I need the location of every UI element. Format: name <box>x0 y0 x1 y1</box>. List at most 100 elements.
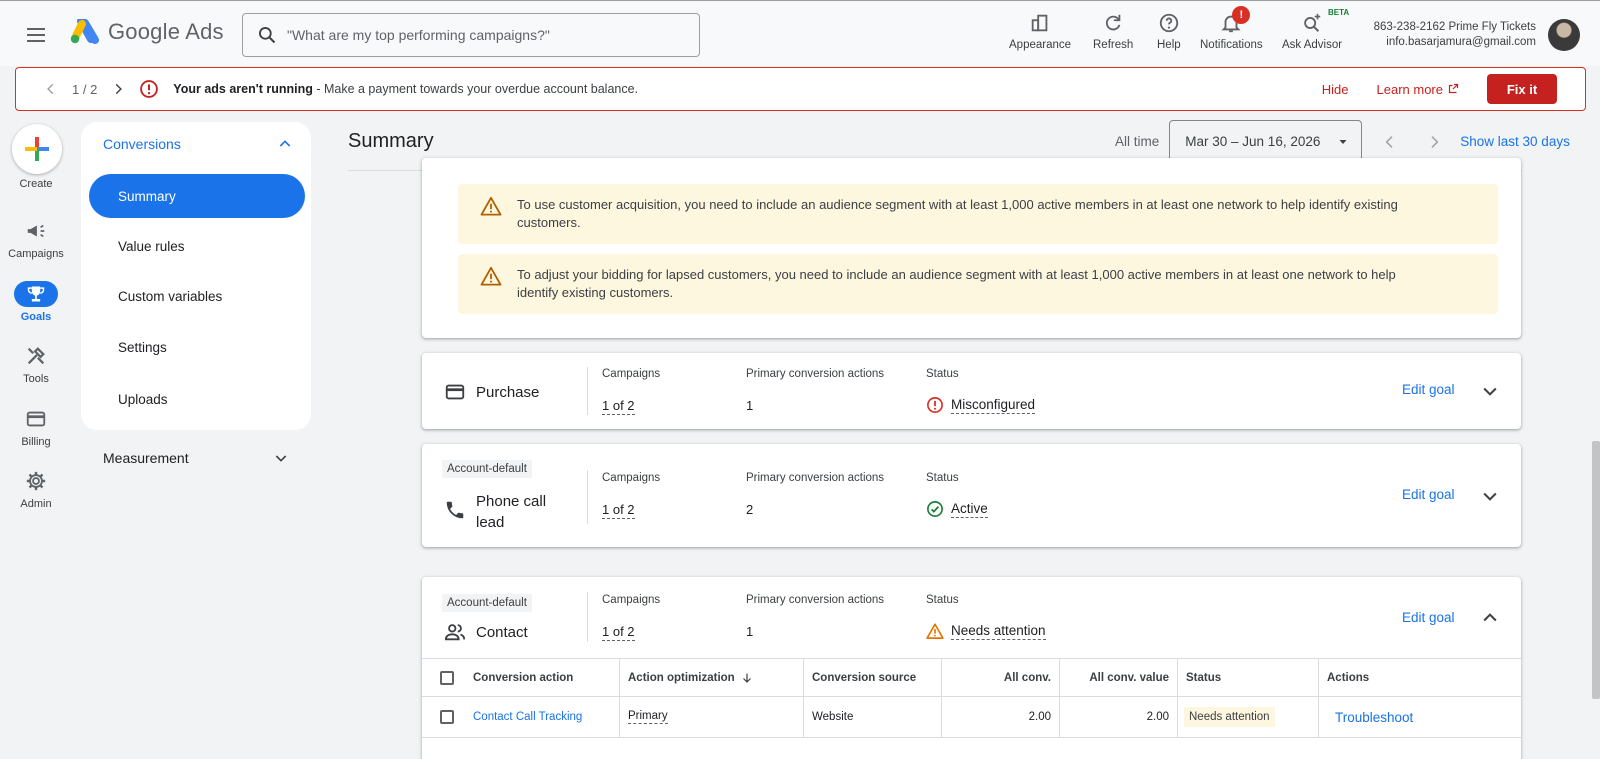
rail-item-goals[interactable]: Goals <box>0 281 72 323</box>
warning-text: To use customer acquisition, you need to… <box>517 197 1398 230</box>
create-button[interactable] <box>12 124 62 174</box>
help-button[interactable]: Help <box>1157 11 1181 51</box>
troubleshoot-button[interactable]: Troubleshoot <box>1335 710 1413 725</box>
fix-it-button[interactable]: Fix it <box>1487 74 1557 104</box>
show-last-30-days-link[interactable]: Show last 30 days <box>1460 134 1570 149</box>
rail-label-campaigns: Campaigns <box>8 248 64 260</box>
create-label-wrap: Create <box>0 178 72 190</box>
next-period-icon[interactable] <box>1426 134 1442 150</box>
page-scrollbar[interactable] <box>1592 441 1600 699</box>
status-text[interactable]: Active <box>951 501 988 518</box>
column-header-conversion-source[interactable]: Conversion source <box>803 659 941 696</box>
refresh-button[interactable]: Refresh <box>1093 11 1133 51</box>
chevron-down-icon[interactable] <box>1480 486 1500 506</box>
primary-actions-column-label: Primary conversion actions <box>746 472 885 484</box>
search-input[interactable] <box>287 27 687 43</box>
megaphone-icon <box>27 224 45 238</box>
edit-goal-button[interactable]: Edit goal <box>1402 487 1455 502</box>
row-checkbox[interactable] <box>440 710 454 724</box>
status-text[interactable]: Needs attention <box>951 623 1046 640</box>
open-in-new-icon <box>1448 83 1459 94</box>
alert-title: Your ads aren't running <box>173 82 313 96</box>
help-icon <box>1159 13 1178 33</box>
dropdown-arrow-icon <box>1339 139 1347 144</box>
subnav-item-settings[interactable]: Settings <box>89 325 305 369</box>
account-info[interactable]: 863-238-2162 Prime Fly Tickets info.basa… <box>1374 20 1536 50</box>
conversions-section-toggle[interactable]: Conversions <box>103 136 293 152</box>
warning-text: To adjust your bidding for lapsed custom… <box>517 267 1396 300</box>
google-ads-logo[interactable]: Google Ads <box>70 19 224 45</box>
subnav-item-value-rules[interactable]: Value rules <box>89 224 305 268</box>
avatar[interactable] <box>1548 19 1580 51</box>
account-default-badge: Account-default <box>442 594 532 612</box>
column-header-all-conv[interactable]: All conv. <box>941 659 1059 696</box>
beta-tag: BETA <box>1328 8 1350 17</box>
conversions-section-label: Conversions <box>103 136 181 152</box>
chevron-left-icon[interactable] <box>44 82 58 96</box>
column-divider <box>587 367 588 415</box>
select-all-checkbox[interactable] <box>440 670 454 685</box>
appearance-button[interactable]: Appearance <box>1009 11 1071 51</box>
status-text[interactable]: Misconfigured <box>951 397 1036 414</box>
goal-title-line2: lead <box>476 514 505 531</box>
chevron-down-icon[interactable] <box>1480 381 1500 401</box>
range-label: All time <box>1115 134 1160 149</box>
status-column-label: Status <box>926 472 959 484</box>
goal-status: Active <box>926 500 988 518</box>
subnav-item-custom-variables[interactable]: Custom variables <box>89 274 305 318</box>
primary-actions-count: 2 <box>746 502 754 517</box>
credit-card-icon <box>26 411 46 427</box>
subnav-item-uploads[interactable]: Uploads <box>89 377 305 421</box>
ask-advisor-button[interactable]: Ask Advisor <box>1282 11 1342 51</box>
warnings-card: To use customer acquisition, you need to… <box>422 158 1521 338</box>
credit-card-icon <box>445 384 465 400</box>
previous-period-icon[interactable] <box>1382 134 1398 150</box>
rail-item-billing[interactable]: Billing <box>0 406 72 448</box>
alert-pager: 1 / 2 <box>72 81 98 97</box>
sort-descending-icon <box>742 673 751 683</box>
refresh-icon <box>1106 14 1121 31</box>
notifications-button[interactable]: ! Notifications <box>1200 6 1263 51</box>
alert-message: Your ads aren't running - Make a payment… <box>173 82 638 96</box>
plus-icon <box>25 137 49 161</box>
hide-button[interactable]: Hide <box>1322 82 1349 97</box>
rail-item-admin[interactable]: Admin <box>0 468 72 510</box>
goal-card-phone-call-lead: Account-default Phone call lead Campaign… <box>422 444 1521 547</box>
date-range-picker[interactable]: Mar 30 – Jun 16, 2026 <box>1169 120 1363 163</box>
conversion-actions-table: Conversion action Action optimization Co… <box>422 658 1521 738</box>
campaigns-count[interactable]: 1 of 2 <box>602 398 635 415</box>
table-header-row: Conversion action Action optimization Co… <box>422 659 1521 697</box>
campaigns-count[interactable]: 1 of 2 <box>602 502 635 519</box>
date-range-value: Mar 30 – Jun 16, 2026 <box>1185 134 1321 149</box>
action-optimization-cell: Primary <box>619 697 803 737</box>
measurement-section-toggle[interactable]: Measurement <box>103 450 289 466</box>
rail-label-billing: Billing <box>21 436 51 448</box>
column-header-status[interactable]: Status <box>1177 659 1318 696</box>
chevron-right-icon[interactable] <box>111 82 125 96</box>
warning-icon <box>480 196 502 216</box>
warning-icon <box>480 266 502 286</box>
search-box[interactable] <box>242 13 700 57</box>
phone-icon <box>446 501 464 519</box>
action-optimization-value[interactable]: Primary <box>628 710 668 724</box>
primary-actions-count: 1 <box>746 398 754 413</box>
primary-actions-column-label: Primary conversion actions <box>746 368 885 380</box>
rail-item-campaigns[interactable]: Campaigns <box>0 218 72 260</box>
hamburger-menu-icon[interactable] <box>24 23 48 47</box>
column-header-all-conv-value[interactable]: All conv. value <box>1059 659 1177 696</box>
edit-goal-button[interactable]: Edit goal <box>1402 382 1455 397</box>
warning-icon <box>926 623 944 639</box>
column-header-conversion-action[interactable]: Conversion action <box>473 659 623 696</box>
subnav-item-summary[interactable]: Summary <box>89 174 305 218</box>
trophy-icon <box>27 286 45 302</box>
campaigns-column-label: Campaigns <box>602 594 661 606</box>
learn-more-link[interactable]: Learn more <box>1377 82 1459 97</box>
conversion-action-link[interactable]: Contact Call Tracking <box>473 697 623 737</box>
appearance-label: Appearance <box>1009 39 1072 51</box>
chevron-up-icon[interactable] <box>1480 608 1500 628</box>
column-header-action-optimization[interactable]: Action optimization <box>619 659 803 696</box>
edit-goal-button[interactable]: Edit goal <box>1402 610 1455 625</box>
account-name: 863-238-2162 Prime Fly Tickets <box>1373 21 1536 33</box>
campaigns-count[interactable]: 1 of 2 <box>602 624 635 641</box>
rail-item-tools[interactable]: Tools <box>0 343 72 385</box>
